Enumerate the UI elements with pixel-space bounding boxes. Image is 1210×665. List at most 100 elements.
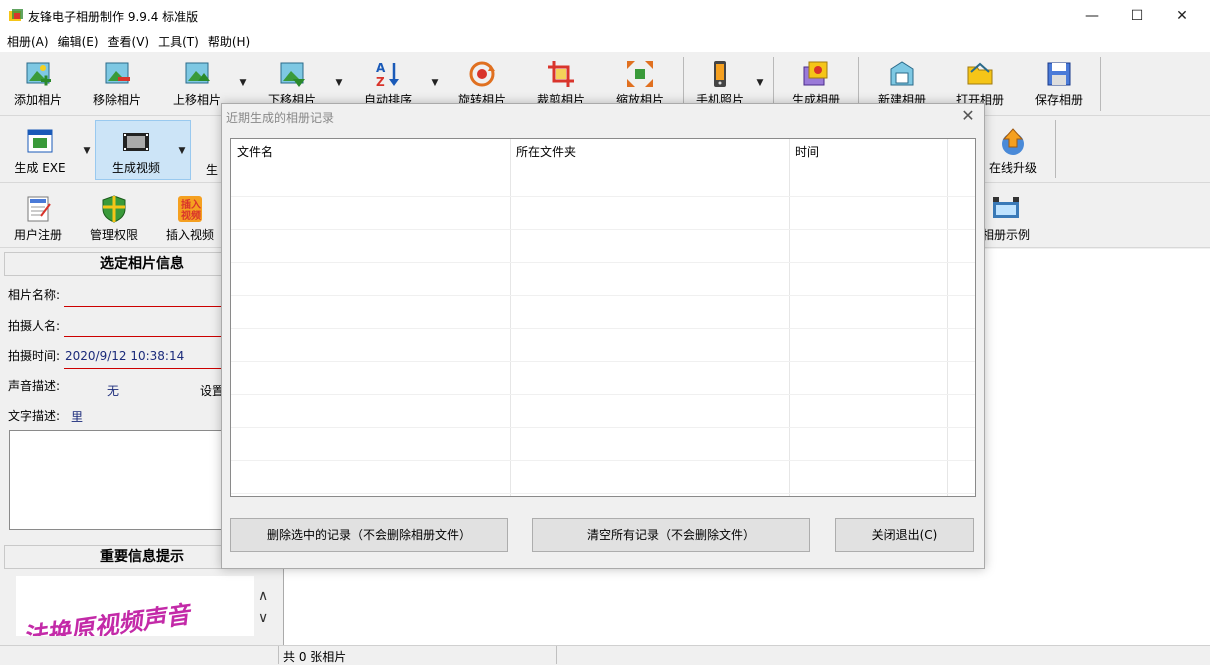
zoom-photo-button[interactable]: 缩放相片 <box>602 59 678 108</box>
generate-more-button[interactable]: 生 <box>185 127 225 178</box>
table-row <box>231 493 975 494</box>
remove-photo-label: 移除相片 <box>92 93 141 107</box>
table-row <box>231 229 975 230</box>
exe-window-icon <box>27 129 53 153</box>
register-document-icon <box>27 196 51 222</box>
add-photo-button[interactable]: 添加相片 <box>0 59 76 108</box>
save-disk-icon <box>1047 62 1071 86</box>
column-divider <box>947 139 948 496</box>
table-row <box>231 295 975 296</box>
svg-text:视频: 视频 <box>181 209 201 222</box>
notice-banner: 法换原视频声音 <box>16 576 254 636</box>
crop-photo-button[interactable]: 裁剪相片 <box>523 59 599 108</box>
records-table[interactable]: 文件名 所在文件夹 时间 <box>230 138 976 497</box>
shoot-time-label: 拍摄时间: <box>8 349 61 363</box>
online-upgrade-label: 在线升级 <box>988 161 1037 175</box>
clear-all-button[interactable]: 清空所有记录（不会删除文件） <box>532 518 810 552</box>
resize-arrows-icon <box>627 61 653 87</box>
status-bar: 共 0 张相片 <box>0 645 1210 664</box>
sound-desc-label: 声音描述: <box>8 379 61 393</box>
scroll-up-icon[interactable]: ∧ <box>258 588 268 604</box>
move-down-button[interactable]: 下移相片 <box>254 59 330 108</box>
shooter-name-label: 拍摄人名: <box>8 319 61 333</box>
online-upgrade-button[interactable]: 在线升级 <box>975 127 1051 176</box>
insert-video-label: 插入视频 <box>165 228 214 242</box>
table-row <box>231 262 975 263</box>
generate-more-label: 生 <box>206 163 219 177</box>
move-up-dropdown-icon[interactable]: ▼ <box>238 78 248 88</box>
move-down-dropdown-icon[interactable]: ▼ <box>334 78 344 88</box>
insert-video-button[interactable]: 插入 视频 插入视频 <box>152 194 228 243</box>
manage-permission-label: 管理权限 <box>89 228 138 242</box>
insert-video-icon: 插入视频 <box>178 196 202 222</box>
dialog-title: 近期生成的相册记录 <box>226 111 335 125</box>
user-register-button[interactable]: 用户注册 <box>0 194 76 243</box>
scroll-down-icon[interactable]: ∨ <box>258 610 268 626</box>
generate-exe-label: 生成 EXE <box>14 161 66 175</box>
rotate-photo-button[interactable]: 旋转相片 <box>444 59 520 108</box>
move-up-button[interactable]: 上移相片 <box>159 59 235 108</box>
dialog-close-icon[interactable]: ✕ <box>958 106 978 125</box>
generate-exe-button[interactable]: 生成 EXE <box>2 127 78 176</box>
column-header-folder[interactable]: 所在文件夹 <box>510 139 576 165</box>
table-row <box>231 427 975 428</box>
crop-icon <box>548 61 574 87</box>
remove-photo-button[interactable]: 移除相片 <box>79 59 155 108</box>
menu-view[interactable]: 查看(V) <box>101 32 150 52</box>
film-strip-icon <box>123 133 149 151</box>
close-window-button[interactable]: ✕ <box>1159 0 1205 32</box>
menu-tools[interactable]: 工具(T) <box>151 32 199 52</box>
auto-sort-dropdown-icon[interactable]: ▼ <box>430 78 440 88</box>
menu-help[interactable]: 帮助(H) <box>201 32 250 52</box>
menu-bar: 相册(A) 编辑(E) 查看(V) 工具(T) 帮助(H) <box>0 32 1210 52</box>
generate-video-label: 生成视频 <box>111 161 160 175</box>
window-title: 友锋电子相册制作 9.9.4 标准版 <box>28 10 199 24</box>
auto-sort-button[interactable]: AZ 自动排序 <box>350 59 426 108</box>
table-row <box>231 460 975 461</box>
minimize-button[interactable]: — <box>1069 0 1115 32</box>
svg-text:插入: 插入 <box>181 198 201 211</box>
move-down-icon <box>280 62 305 87</box>
photo-name-field[interactable] <box>64 306 224 307</box>
close-exit-button[interactable]: 关闭退出(C) <box>835 518 974 552</box>
phone-photo-dropdown-icon[interactable]: ▼ <box>755 78 765 88</box>
menu-album[interactable]: 相册(A) <box>0 32 49 52</box>
generate-album-button[interactable]: 生成相册 <box>778 59 854 108</box>
upgrade-globe-icon <box>1002 128 1024 155</box>
recent-albums-dialog: 近期生成的相册记录 ✕ 文件名 所在文件夹 时间 删除选中的记录（不会删除相册文… <box>221 103 985 569</box>
shooter-name-field[interactable] <box>64 336 224 337</box>
move-up-icon <box>185 62 210 84</box>
generate-album-icon <box>803 61 828 86</box>
table-row <box>231 394 975 395</box>
table-row <box>231 361 975 362</box>
shield-icon <box>102 195 126 223</box>
text-desc-textarea[interactable] <box>9 430 225 530</box>
menu-edit[interactable]: 编辑(E) <box>51 32 99 52</box>
svg-text:A: A <box>376 61 386 75</box>
table-row <box>231 196 975 197</box>
sort-az-icon: AZ <box>376 61 399 89</box>
column-header-filename[interactable]: 文件名 <box>231 139 273 165</box>
phone-photo-button[interactable]: 手机照片 <box>682 59 758 108</box>
add-photo-icon <box>26 62 51 86</box>
save-album-button[interactable]: 保存相册 <box>1021 59 1097 108</box>
manage-permission-button[interactable]: 管理权限 <box>76 194 152 243</box>
text-desc-value: 里 <box>71 410 84 424</box>
column-divider <box>510 139 511 496</box>
maximize-button[interactable]: ☐ <box>1114 0 1160 32</box>
notice-banner-text: 法换原视频声音 <box>21 600 192 636</box>
column-header-time[interactable]: 时间 <box>789 139 819 165</box>
save-album-label: 保存相册 <box>1034 93 1083 107</box>
open-album-button[interactable]: 打开相册 <box>942 59 1018 108</box>
text-desc-label: 文字描述: <box>8 409 61 423</box>
toolbar-separator <box>1100 57 1101 111</box>
status-divider <box>278 646 279 664</box>
shoot-time-value[interactable]: 2020/9/12 10:38:14 <box>65 349 184 363</box>
delete-selected-button[interactable]: 删除选中的记录（不会删除相册文件） <box>230 518 508 552</box>
new-album-button[interactable]: 新建相册 <box>864 59 940 108</box>
photo-name-label: 相片名称: <box>8 288 61 302</box>
generate-video-button[interactable]: 生成视频 <box>98 127 174 176</box>
generate-exe-dropdown-icon[interactable]: ▼ <box>82 146 92 156</box>
table-row <box>231 328 975 329</box>
phone-icon <box>714 61 726 87</box>
